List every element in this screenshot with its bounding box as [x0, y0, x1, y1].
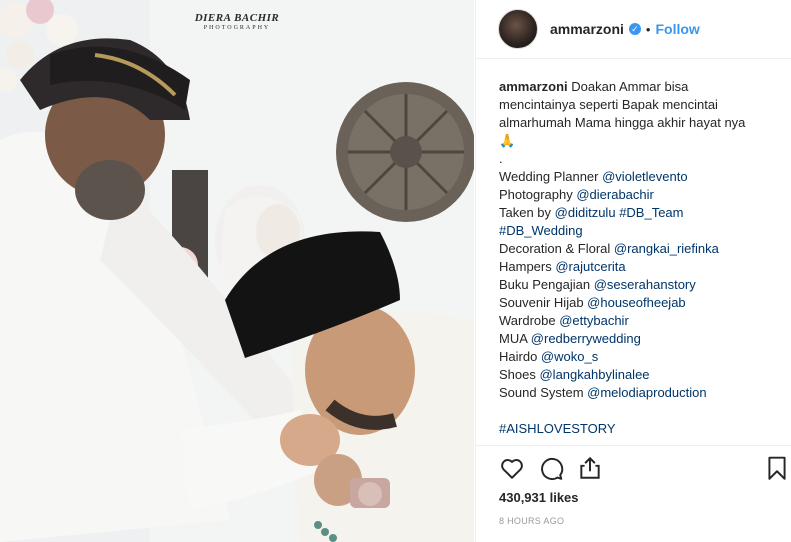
mention-link[interactable]: @seserahanstory [594, 277, 696, 292]
mention-link[interactable]: @redberrywedding [531, 331, 641, 346]
follow-button[interactable]: Follow [655, 21, 699, 37]
action-icons-row [476, 446, 791, 488]
heart-icon[interactable] [499, 455, 525, 481]
post-timestamp[interactable]: 8 HOURS AGO [499, 516, 564, 526]
credit-line: MUA @redberrywedding [499, 331, 641, 346]
credit-line: Wedding Planner @violetlevento [499, 169, 688, 184]
mention-link[interactable]: @melodiaproduction [587, 385, 706, 400]
credit-line: Shoes @langkahbylinalee [499, 367, 650, 382]
bookmark-icon[interactable] [764, 455, 790, 481]
caption-text: Doakan Ammar bisa [571, 79, 689, 94]
post-caption: ammarzoni Doakan Ammar bisa mencintainya… [499, 78, 781, 438]
post-photo[interactable]: DIERA BACHIR PHOTOGRAPHY [0, 0, 474, 542]
hashtag-link[interactable]: #DB_Wedding [499, 223, 583, 238]
caption-username[interactable]: ammarzoni [499, 79, 568, 94]
caption-line-2: mencintainya seperti Bapak mencintai [499, 97, 718, 112]
mention-link[interactable]: @rajutcerita [555, 259, 625, 274]
photographer-watermark: DIERA BACHIR PHOTOGRAPHY [192, 12, 282, 31]
hashtag-link[interactable]: #AISHLOVESTORY [499, 421, 616, 436]
caption-line-3: almarhumah Mama hingga akhir hayat nya [499, 115, 746, 130]
mention-link[interactable]: @rangkai_riefinka [614, 241, 719, 256]
credit-line: #DB_Wedding [499, 222, 781, 240]
avatar[interactable] [498, 9, 538, 49]
credit-line: Souvenir Hijab @houseofheejab [499, 295, 686, 310]
watermark-title: DIERA BACHIR [194, 12, 280, 24]
post-header: ammarzoni ✓ • Follow [476, 0, 791, 59]
mention-link[interactable]: @diditzulu [555, 205, 616, 220]
caption-dot-line: . [499, 151, 503, 166]
photo-illustration [0, 0, 474, 542]
watermark-subtitle: PHOTOGRAPHY [203, 25, 271, 31]
praying-hands-emoji: 🙏 [499, 133, 516, 148]
mention-link[interactable]: @violetlevento [602, 169, 687, 184]
credit-line: Decoration & Floral @rangkai_riefinka [499, 241, 719, 256]
credit-line: Sound System @melodiaproduction [499, 385, 707, 400]
caption-line-1: ammarzoni Doakan Ammar bisa [499, 78, 781, 96]
comment-icon[interactable] [538, 455, 564, 481]
verified-badge-icon: ✓ [628, 23, 641, 35]
final-hashtag-line: #AISHLOVESTORY [499, 420, 781, 438]
credit-line: Hairdo @woko_s [499, 349, 599, 364]
likes-count[interactable]: 430,931 likes [499, 490, 579, 505]
mention-link[interactable]: @ettybachir [559, 313, 629, 328]
post-side-panel: ammarzoni ✓ • Follow ammarzoni Doakan Am… [475, 0, 791, 542]
mention-link[interactable]: @woko_s [541, 349, 598, 364]
credit-line: Hampers @rajutcerita [499, 259, 626, 274]
header-separator: • [645, 21, 651, 37]
mention-link[interactable]: @langkahbylinalee [539, 367, 649, 382]
share-icon[interactable] [577, 455, 603, 481]
post-actions: 430,931 likes 8 HOURS AGO [476, 445, 791, 526]
credit-line: Buku Pengajian @seserahanstory [499, 277, 696, 292]
header-username[interactable]: ammarzoni [550, 21, 624, 37]
credit-line: Wardrobe @ettybachir [499, 313, 629, 328]
credit-line: Photography @dierabachir [499, 187, 654, 202]
mention-link[interactable]: @dierabachir [576, 187, 654, 202]
credit-line: Taken by @diditzulu #DB_Team [499, 205, 684, 220]
mention-link[interactable]: @houseofheejab [587, 295, 686, 310]
hashtag-link[interactable]: #DB_Team [619, 205, 683, 220]
